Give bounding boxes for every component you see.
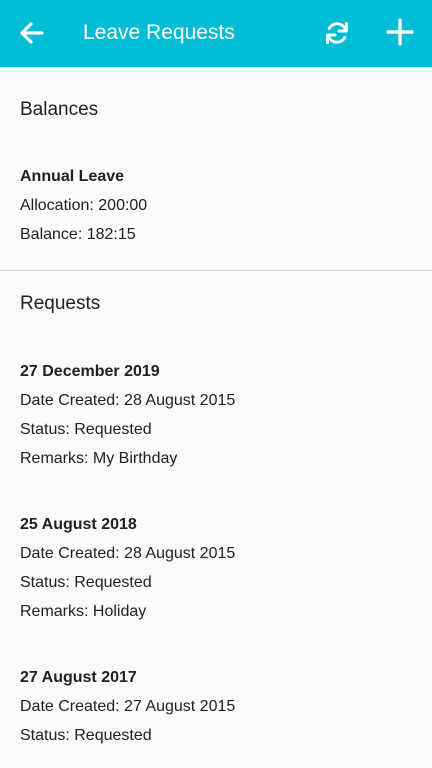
app-bar: Leave Requests [0, 0, 432, 67]
back-button[interactable] [16, 17, 48, 49]
request-date-created: Date Created: 28 August 2015 [20, 392, 236, 409]
section-divider [0, 270, 432, 271]
request-date-created: Date Created: 28 August 2015 [20, 545, 236, 562]
request-date: 27 August 2017 [20, 669, 137, 686]
balance-type: Annual Leave [20, 168, 125, 185]
request-date-created: Date Created: 27 August 2015 [20, 698, 236, 715]
page-title: Leave Requests [83, 21, 235, 44]
balance-allocation: Allocation: 200:00 [20, 197, 148, 214]
request-date: 25 August 2018 [20, 516, 137, 533]
request-remarks: Remarks: My Birthday [20, 450, 178, 467]
request-item[interactable]: 27 August 2017 Date Created: 27 August 2… [0, 660, 432, 760]
arrow-left-icon [20, 22, 44, 44]
request-status: Status: Requested [20, 727, 152, 744]
request-remarks: Remarks: Holiday [20, 603, 147, 620]
request-item[interactable]: 25 August 2018 Date Created: 28 August 2… [0, 506, 432, 636]
request-item[interactable]: 27 December 2019 Date Created: 28 August… [0, 353, 432, 483]
balances-heading: Balances [20, 99, 99, 120]
balance-item-annual-leave[interactable]: Annual Leave Allocation: 200:00 Balance:… [0, 159, 432, 249]
request-status: Status: Requested [20, 574, 152, 591]
request-status: Status: Requested [20, 421, 152, 438]
refresh-icon [326, 22, 348, 44]
content-list[interactable]: Balances Annual Leave Allocation: 200:00… [0, 67, 432, 768]
add-request-button[interactable] [384, 16, 416, 48]
refresh-button[interactable] [321, 17, 353, 49]
requests-heading: Requests [20, 293, 101, 314]
plus-icon [386, 18, 414, 46]
request-date: 27 December 2019 [20, 363, 160, 380]
balance-remaining: Balance: 182:15 [20, 226, 136, 243]
